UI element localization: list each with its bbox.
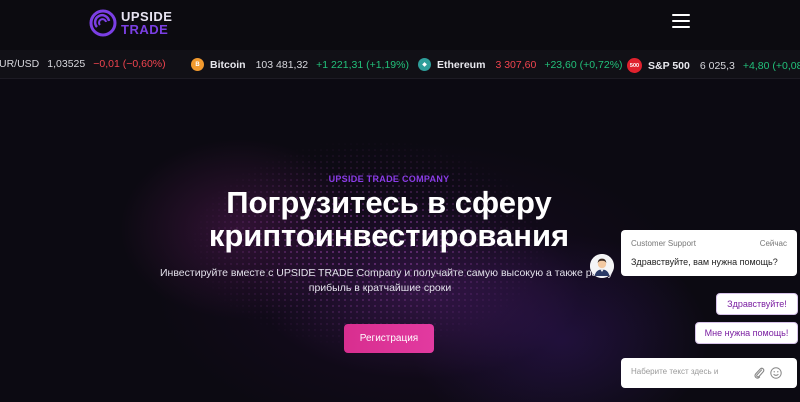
chat-input-field[interactable]	[631, 367, 741, 376]
emoji-icon[interactable]	[770, 367, 782, 379]
ticker-change: +23,60 (+0,72%)	[544, 58, 623, 71]
page: UPSIDE TRADE EUR/USD 1,03525 −0,01 (−0,6…	[0, 0, 800, 402]
sp500-icon: 500	[627, 58, 642, 73]
support-avatar	[590, 254, 614, 278]
ticker-change: +4,80 (+0,08%)	[742, 59, 800, 72]
chat-message-bubble: Customer Support Сейчас Здравствуйте, ва…	[621, 230, 797, 276]
ticker-item[interactable]: EUR/USD 1,03525 −0,01 (−0,60%)	[0, 58, 166, 70]
hero-subtitle-line-2: прибыль в кратчайшие сроки	[308, 282, 452, 294]
bitcoin-icon: B	[191, 58, 204, 71]
site-header: UPSIDE TRADE	[0, 0, 800, 50]
logo-line-2: TRADE	[121, 22, 169, 37]
ticker-name: Bitcoin	[210, 58, 246, 71]
ticker-item[interactable]: B Bitcoin 103 481,32 +1 221,31 (+1,19%)	[191, 58, 409, 71]
quick-reply-need-help[interactable]: Мне нужна помощь!	[695, 322, 798, 344]
hero-subtitle-line-1: Инвестируйте вместе с UPSIDE TRADE Compa…	[160, 267, 613, 279]
ticker-name: Ethereum	[437, 58, 486, 71]
ticker-item[interactable]: 500 S&P 500 6 025,3 +4,80 (+0,08%)	[627, 58, 800, 73]
ticker-change: −0,01 (−0,60%)	[93, 58, 166, 70]
ticker-price: 1,03525	[47, 58, 86, 70]
hamburger-menu-icon[interactable]	[672, 14, 690, 30]
support-agent-icon	[590, 254, 614, 278]
quick-reply-hello[interactable]: Здравствуйте!	[716, 293, 798, 315]
logo[interactable]: UPSIDE TRADE	[88, 8, 172, 38]
hero-subtitle: Инвестируйте вместе с UPSIDE TRADE Compa…	[160, 266, 613, 296]
chat-agent-name: Customer Support	[631, 239, 696, 248]
ticker-name: EUR/USD	[0, 58, 40, 70]
hero-title-line-1: Погрузитесь в сферу	[226, 185, 552, 220]
ticker-price: 6 025,3	[699, 59, 735, 72]
register-button[interactable]: Регистрация	[344, 324, 434, 353]
ticker-change: +1 221,31 (+1,19%)	[316, 58, 409, 71]
logo-icon	[89, 9, 117, 37]
ticker-name: S&P 500	[648, 59, 690, 72]
hero-eyebrow: UPSIDE TRADE COMPANY	[328, 174, 450, 184]
ticker-price: 103 481,32	[255, 58, 309, 71]
paperclip-icon[interactable]	[753, 366, 765, 380]
ethereum-icon: ◆	[418, 58, 431, 71]
chat-input-box	[621, 358, 797, 388]
chat-message-text: Здравствуйте, вам нужна помощь?	[631, 257, 778, 267]
logo-text: UPSIDE TRADE	[121, 10, 172, 36]
ticker-price: 3 307,60	[495, 58, 537, 71]
price-ticker: EUR/USD 1,03525 −0,01 (−0,60%) B Bitcoin…	[0, 50, 800, 79]
chat-timestamp: Сейчас	[759, 239, 787, 248]
ticker-item[interactable]: ◆ Ethereum 3 307,60 +23,60 (+0,72%)	[418, 58, 623, 71]
